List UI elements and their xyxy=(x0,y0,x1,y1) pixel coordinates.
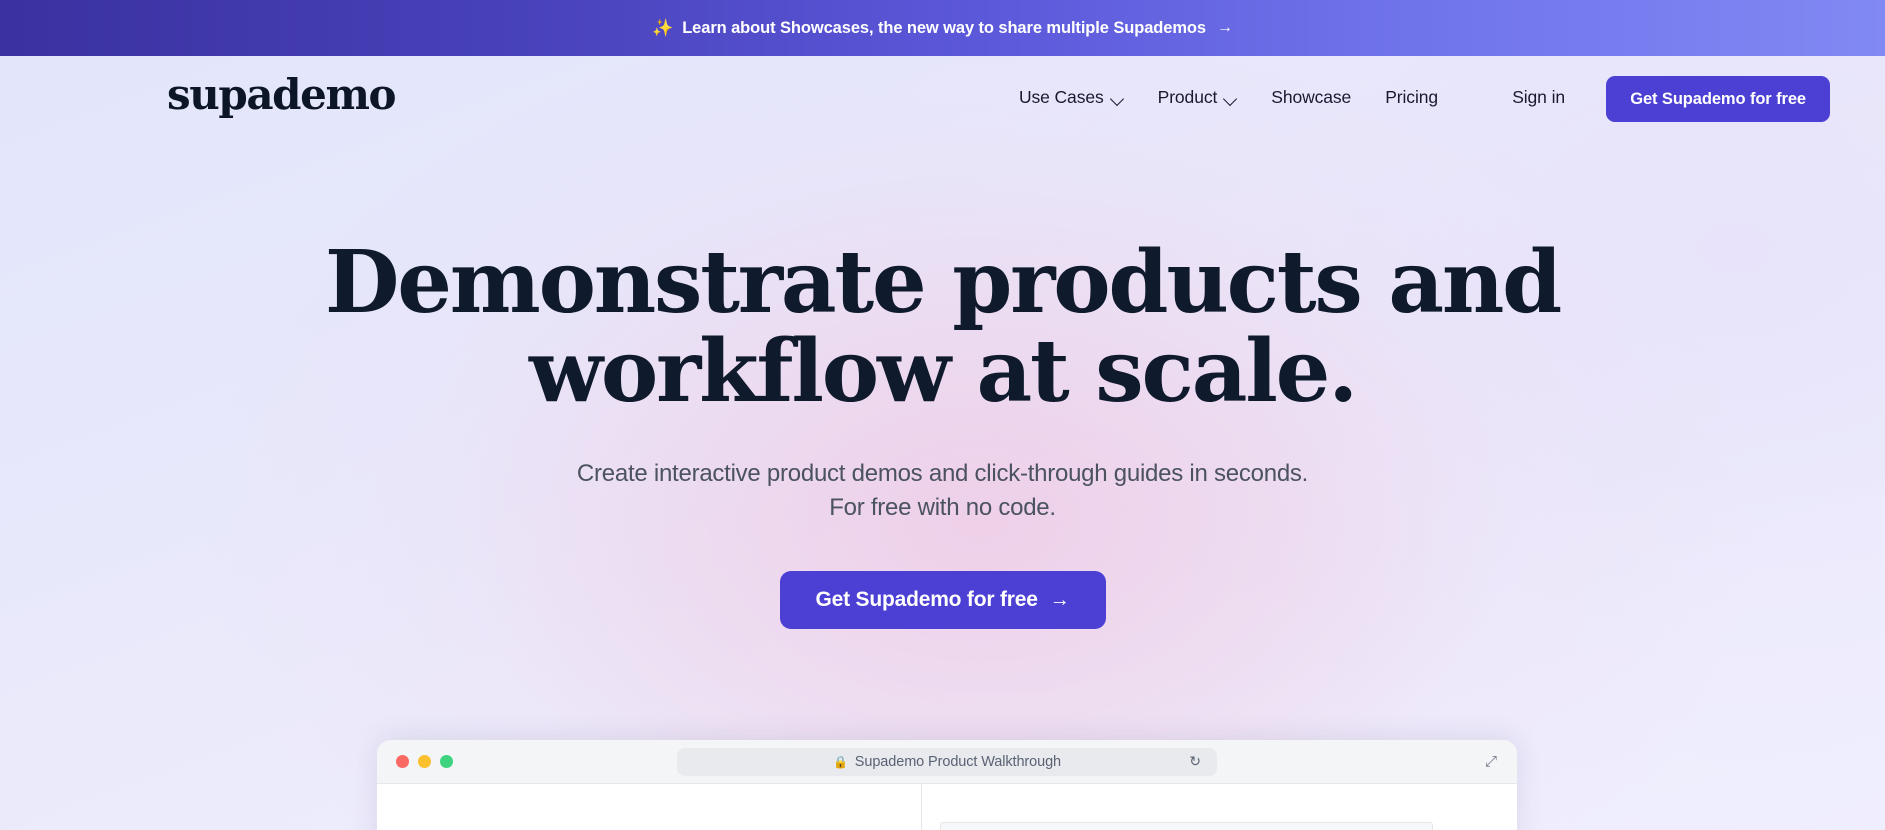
browser-url-bar[interactable]: 🔒 Supademo Product Walkthrough ↻ xyxy=(677,747,1217,776)
nav-label: Product xyxy=(1157,86,1218,107)
url-bar-title: Supademo Product Walkthrough xyxy=(854,753,1062,770)
hero-title-line-2: workflow at scale. xyxy=(529,321,1358,423)
fullscreen-expand-icon[interactable]: ⤢ xyxy=(1485,753,1497,770)
window-maximize-dot[interactable] xyxy=(440,755,453,768)
hero-subtitle: Create interactive product demos and cli… xyxy=(0,457,1885,525)
hero-get-supademo-button[interactable]: Get Supademo for free → xyxy=(779,571,1106,630)
page-root: ✨ Learn about Showcases, the new way to … xyxy=(0,0,1885,830)
hero-section: Demonstrate products and workflow at sca… xyxy=(0,138,1885,630)
logo-supademo[interactable]: supademo xyxy=(167,74,397,116)
demo-input-field[interactable] xyxy=(940,822,1433,830)
announcement-text: Learn about Showcases, the new way to sh… xyxy=(682,18,1206,37)
nav-label: Showcase xyxy=(1271,86,1352,107)
hero-title-line-1: Demonstrate products and xyxy=(324,232,1562,333)
window-controls xyxy=(396,755,453,768)
nav-links: Use Cases Product Showcase Pricing xyxy=(1019,56,1438,138)
demo-right-pane xyxy=(922,784,1517,830)
arrow-right-icon: → xyxy=(1049,588,1070,611)
demo-left-pane: STRAVA Dashboard Training Explore xyxy=(377,784,922,830)
demo-content-area: STRAVA Dashboard Training Explore xyxy=(377,784,1517,830)
url-bar-content: 🔒 Supademo Product Walkthrough xyxy=(833,754,1061,770)
sparkles-icon: ✨ xyxy=(652,18,674,37)
window-minimize-dot[interactable] xyxy=(418,755,431,768)
nav-label: Use Cases xyxy=(1018,86,1104,107)
reload-icon[interactable]: ↻ xyxy=(1189,753,1201,770)
nav-item-showcase[interactable]: Showcase xyxy=(1271,87,1351,108)
page-title: Demonstrate products and workflow at sca… xyxy=(0,238,1885,417)
nav-item-pricing[interactable]: Pricing xyxy=(1385,87,1438,108)
announcement-banner[interactable]: ✨ Learn about Showcases, the new way to … xyxy=(0,0,1885,56)
hero-subtitle-line-2: For free with no code. xyxy=(829,493,1056,521)
browser-mockup: 🔒 Supademo Product Walkthrough ↻ ⤢ STRAV… xyxy=(377,740,1517,830)
chevron-down-icon xyxy=(1111,94,1124,102)
nav-get-supademo-button[interactable]: Get Supademo for free xyxy=(1606,76,1830,122)
hero-subtitle-line-1: Create interactive product demos and cli… xyxy=(576,459,1309,487)
lock-icon: 🔒 xyxy=(832,754,848,769)
arrow-right-icon: → xyxy=(1216,19,1233,36)
hero-cta-label: Get Supademo for free xyxy=(815,588,1038,612)
main-navbar: supademo Use Cases Product Showcase Pric… xyxy=(0,56,1885,138)
browser-chrome-bar: 🔒 Supademo Product Walkthrough ↻ ⤢ xyxy=(377,740,1517,784)
chevron-down-icon xyxy=(1224,94,1237,102)
hero-cta-container: Get Supademo for free → xyxy=(0,571,1885,630)
sign-in-link[interactable]: Sign in xyxy=(1512,56,1565,138)
announcement-content: ✨ Learn about Showcases, the new way to … xyxy=(652,19,1233,38)
nav-label: Pricing xyxy=(1385,86,1438,107)
nav-item-product[interactable]: Product xyxy=(1158,87,1238,108)
nav-item-use-cases[interactable]: Use Cases xyxy=(1019,87,1124,108)
window-close-dot[interactable] xyxy=(396,755,409,768)
